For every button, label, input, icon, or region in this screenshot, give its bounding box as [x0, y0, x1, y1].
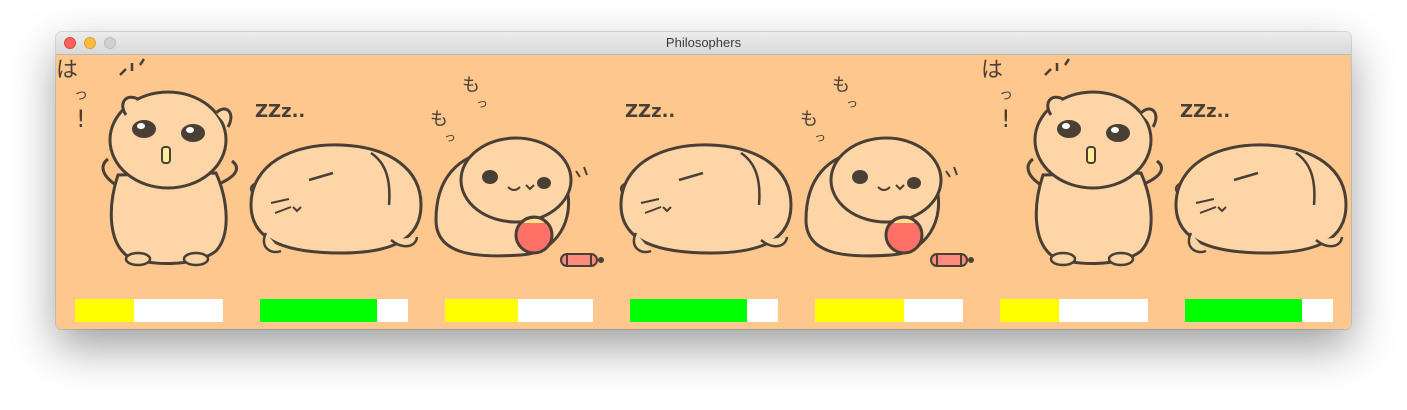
- title-bar: Philosophers: [56, 32, 1351, 55]
- window-title: Philosophers: [665, 35, 742, 50]
- sleep-caption: ZZz..: [1180, 101, 1230, 122]
- progress-bar: [1185, 299, 1333, 322]
- philosopher-3: [426, 55, 611, 329]
- progress-fill: [260, 299, 377, 322]
- hamster-awake-icon: [981, 56, 1164, 267]
- progress-bar: [445, 299, 593, 322]
- philosopher-5: [796, 55, 981, 329]
- hamster-eating-icon: [428, 73, 606, 268]
- progress-fill: [445, 299, 518, 322]
- progress-fill: [75, 299, 135, 322]
- progress-bar: [75, 299, 223, 322]
- progress-bar: [260, 299, 408, 322]
- philosopher-7: ZZz..: [1166, 55, 1351, 329]
- philosophers-canvas: ZZz.. ZZz.. ZZz..: [56, 55, 1351, 329]
- philosopher-1: [56, 55, 241, 329]
- philosopher-2: ZZz..: [241, 55, 426, 329]
- progress-fill: [630, 299, 747, 322]
- philosophers-window: Philosophers ZZz.. ZZz.. ZZz..: [56, 32, 1351, 329]
- hamster-sleeping-icon: ZZz..: [1174, 101, 1348, 255]
- philosopher-4: ZZz..: [611, 55, 796, 329]
- progress-fill: [1185, 299, 1302, 322]
- progress-fill: [815, 299, 904, 322]
- hamster-sleeping-icon: ZZz..: [619, 101, 793, 255]
- philosopher-6: [981, 55, 1166, 329]
- progress-bar: [630, 299, 778, 322]
- sleep-caption: ZZz..: [255, 101, 305, 122]
- hamster-sleeping-icon: ZZz..: [249, 101, 423, 255]
- progress-bar: [815, 299, 963, 322]
- hamster-awake-icon: [56, 56, 239, 267]
- progress-fill: [1000, 299, 1060, 322]
- progress-bar: [1000, 299, 1148, 322]
- hamster-eating-icon: [798, 73, 976, 268]
- sleep-caption: ZZz..: [625, 101, 675, 122]
